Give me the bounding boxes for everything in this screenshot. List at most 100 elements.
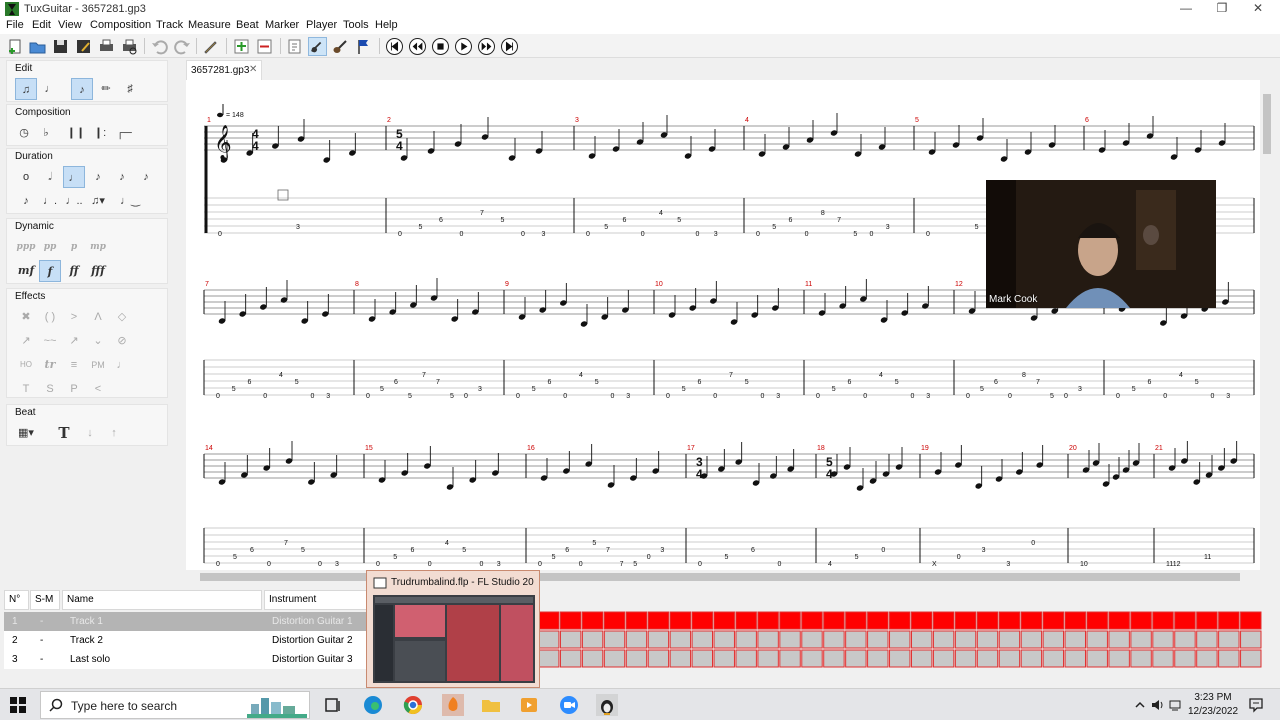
menu-player[interactable]: Player [306, 19, 337, 31]
menu-edit[interactable]: Edit [32, 19, 51, 31]
measure-cell[interactable] [713, 630, 735, 649]
measure-cell[interactable] [625, 630, 648, 649]
text-tool-button[interactable]: T [53, 422, 75, 444]
measure-cell[interactable] [603, 630, 626, 649]
last-icon[interactable] [501, 38, 518, 55]
measure-cell[interactable] [954, 649, 977, 668]
select-mode-icon[interactable]: ♫ [15, 78, 37, 100]
measure-cell[interactable] [1218, 611, 1240, 630]
minimize-button[interactable]: — [1168, 0, 1204, 18]
measure-cell[interactable] [845, 649, 867, 668]
measure-cell[interactable] [1218, 649, 1240, 668]
measure-cell[interactable] [647, 649, 670, 668]
tremolo-bar-icon[interactable]: ⊘ [111, 330, 133, 352]
staccato-icon[interactable]: ♩ [111, 354, 133, 376]
menu-composition[interactable]: Composition [90, 19, 151, 31]
sharp-flat-icon[interactable]: ♯ [119, 78, 141, 100]
scroll-thumb[interactable] [200, 573, 1240, 581]
next-icon[interactable] [478, 38, 495, 55]
dynamic-f-button[interactable]: f [39, 260, 61, 282]
sixteenth-note-icon[interactable]: ♪ [111, 166, 133, 188]
measure-grid[interactable] [538, 611, 1262, 671]
measure-cell[interactable] [691, 649, 714, 668]
dynamic-pp-button[interactable]: pp [39, 236, 61, 258]
popping-button[interactable]: P [63, 378, 85, 400]
menu-help[interactable]: Help [375, 19, 398, 31]
measure-cell[interactable] [1086, 611, 1108, 630]
measure-cell[interactable] [1174, 611, 1196, 630]
track-solo-mute[interactable]: - [36, 631, 43, 650]
measure-cell[interactable] [1042, 611, 1065, 630]
chevron-up-icon[interactable] [1134, 699, 1146, 711]
previous-icon[interactable] [409, 38, 426, 55]
repeat-close-icon[interactable]: ❙: [89, 122, 111, 144]
fade-in-button[interactable]: < [87, 378, 109, 400]
measure-cell[interactable] [1196, 611, 1218, 630]
measure-cell[interactable] [779, 611, 801, 630]
measure-cell[interactable] [954, 630, 977, 649]
print-preview-icon[interactable] [120, 37, 139, 56]
taskbar-search-box[interactable]: Type here to search [40, 691, 310, 719]
measure-cell[interactable] [1152, 649, 1174, 668]
measure-cell[interactable] [735, 649, 757, 668]
measure-cell[interactable] [779, 630, 801, 649]
measure-cell[interactable] [1108, 611, 1130, 630]
measure-cell[interactable] [1196, 649, 1218, 668]
measure-cell[interactable] [1218, 630, 1240, 649]
open-file-icon[interactable] [28, 37, 47, 56]
slide-icon[interactable]: ↗ [63, 330, 85, 352]
measure-cell[interactable] [976, 649, 999, 668]
measure-cell[interactable] [647, 630, 670, 649]
tie-note-icon[interactable]: ♩‿ [119, 190, 141, 212]
accent-icon[interactable]: > [63, 306, 85, 328]
save-icon[interactable] [51, 37, 70, 56]
close-tab-icon[interactable]: ✕ [249, 64, 257, 75]
new-file-icon[interactable] [6, 37, 25, 56]
measure-cell[interactable] [779, 649, 801, 668]
measure-cell[interactable] [691, 611, 714, 630]
measure-cell[interactable] [1042, 649, 1065, 668]
time-signature-icon[interactable]: ♭ [35, 122, 57, 144]
windows-start-icon[interactable] [10, 697, 26, 713]
measure-cell[interactable] [669, 649, 692, 668]
double-dotted-note-icon[interactable]: ♩.. [63, 190, 85, 212]
half-note-icon[interactable]: 𝅗𝅥 [39, 166, 61, 188]
ghost-note-icon[interactable]: ( ) [39, 306, 61, 328]
vibrato-icon[interactable]: ~~ [39, 330, 61, 352]
column-header-solo-mute[interactable]: S-M [30, 590, 60, 610]
dynamic-p-button[interactable]: p [63, 236, 85, 258]
measure-cell[interactable] [823, 649, 845, 668]
bend-icon[interactable]: ↗ [15, 330, 37, 352]
column-header-name[interactable]: Name [62, 590, 262, 610]
taskbar-preview-popup[interactable]: Trudrumbalind.flp - FL Studio 20 [366, 570, 540, 688]
measure-cell[interactable] [910, 630, 933, 649]
measure-cell[interactable] [559, 630, 582, 649]
measure-cell[interactable] [845, 611, 867, 630]
close-window-button[interactable]: ✕ [1240, 0, 1276, 18]
repeat-open-icon[interactable]: ❙❙ [65, 122, 87, 144]
harmonic-ho-icon[interactable]: HO [15, 354, 37, 376]
trill-icon[interactable]: tr [39, 354, 61, 376]
measure-cell[interactable] [889, 611, 911, 630]
hammer-on-icon[interactable]: ⌄ [87, 330, 109, 352]
measure-cell[interactable] [889, 630, 911, 649]
tempo-icon[interactable]: ◷ [13, 122, 35, 144]
harmonic-icon[interactable]: ◇ [111, 306, 133, 328]
measure-cell[interactable] [998, 611, 1021, 630]
measure-cell[interactable] [976, 630, 999, 649]
dotted-note-icon[interactable]: ♩. [39, 190, 61, 212]
measure-cell[interactable] [1086, 649, 1108, 668]
edit-mode-icon[interactable] [201, 37, 220, 56]
measure-cell[interactable] [735, 611, 757, 630]
remove-track-icon[interactable] [255, 37, 274, 56]
measure-cell[interactable] [998, 630, 1021, 649]
measure-cell[interactable] [1240, 611, 1262, 630]
tapping-button[interactable]: T [15, 378, 37, 400]
measure-cell[interactable] [559, 611, 582, 630]
measure-cell[interactable] [735, 630, 757, 649]
measure-cell[interactable] [1020, 649, 1043, 668]
measure-cell[interactable] [998, 649, 1021, 668]
measure-cell[interactable] [867, 649, 889, 668]
measure-cell[interactable] [1064, 611, 1086, 630]
measure-cell[interactable] [1020, 611, 1043, 630]
